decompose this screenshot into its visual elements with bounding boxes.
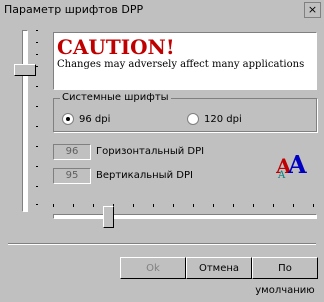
vertical-slider-thumb[interactable] <box>14 64 36 76</box>
vertical-dpi-field: 95 <box>53 168 91 184</box>
slider-tick <box>53 204 54 207</box>
slider-tick <box>73 204 74 207</box>
radio-label: 96 dpi <box>79 113 111 125</box>
slider-tick <box>173 204 174 207</box>
slider-tick <box>36 166 38 167</box>
horizontal-slider[interactable] <box>53 200 317 230</box>
title-bar: Параметр шрифтов DPP × <box>0 0 324 20</box>
horizontal-slider-track <box>53 214 317 219</box>
slider-tick <box>36 54 38 55</box>
slider-tick <box>36 66 38 67</box>
cancel-button[interactable]: Отмена <box>186 257 252 279</box>
radio-120-dpi[interactable]: 120 dpi <box>187 113 242 125</box>
system-fonts-group: Системные шрифты 96 dpi 120 dpi <box>53 92 317 132</box>
slider-tick <box>273 204 274 207</box>
caution-text: Changes may adversely affect many applic… <box>57 59 305 70</box>
svg-text:A: A <box>287 150 307 179</box>
caution-panel: CAUTION! Changes may adversely affect ma… <box>53 32 317 90</box>
slider-tick <box>193 204 194 207</box>
vertical-slider[interactable] <box>8 26 48 216</box>
slider-tick <box>213 204 214 207</box>
radio-indicator[interactable] <box>62 113 74 125</box>
svg-text:A: A <box>277 170 286 179</box>
slider-tick <box>293 204 294 207</box>
slider-tick <box>36 42 38 43</box>
slider-tick <box>36 106 38 107</box>
default-button[interactable]: По умолчанию <box>252 257 318 296</box>
slider-tick <box>36 204 38 205</box>
horizontal-dpi-field: 96 <box>53 144 91 160</box>
slider-tick <box>313 204 314 207</box>
horizontal-dpi-label: Горизонтальный DPI <box>96 146 205 157</box>
slider-tick <box>133 204 134 207</box>
slider-tick <box>36 146 38 147</box>
ok-button[interactable]: Ok <box>120 257 186 279</box>
slider-tick <box>36 126 38 127</box>
slider-tick <box>253 204 254 207</box>
group-label: Системные шрифты <box>60 92 171 103</box>
vertical-dpi-label: Вертикальный DPI <box>96 170 193 181</box>
radio-indicator[interactable] <box>187 113 199 125</box>
slider-tick <box>36 86 38 87</box>
caution-title: CAUTION! <box>57 35 175 59</box>
slider-tick <box>233 204 234 207</box>
radio-96-dpi[interactable]: 96 dpi <box>62 113 110 125</box>
slider-tick <box>153 204 154 207</box>
slider-tick <box>36 186 38 187</box>
vertical-slider-track <box>22 30 28 212</box>
slider-tick <box>36 30 38 31</box>
slider-tick <box>93 204 94 207</box>
radio-label: 120 dpi <box>204 113 242 125</box>
window-title: Параметр шрифтов DPP <box>4 3 144 16</box>
aa-font-icon: A A A <box>276 150 307 179</box>
close-button[interactable]: × <box>304 2 321 18</box>
horizontal-slider-thumb[interactable] <box>103 206 114 228</box>
separator <box>8 243 316 245</box>
